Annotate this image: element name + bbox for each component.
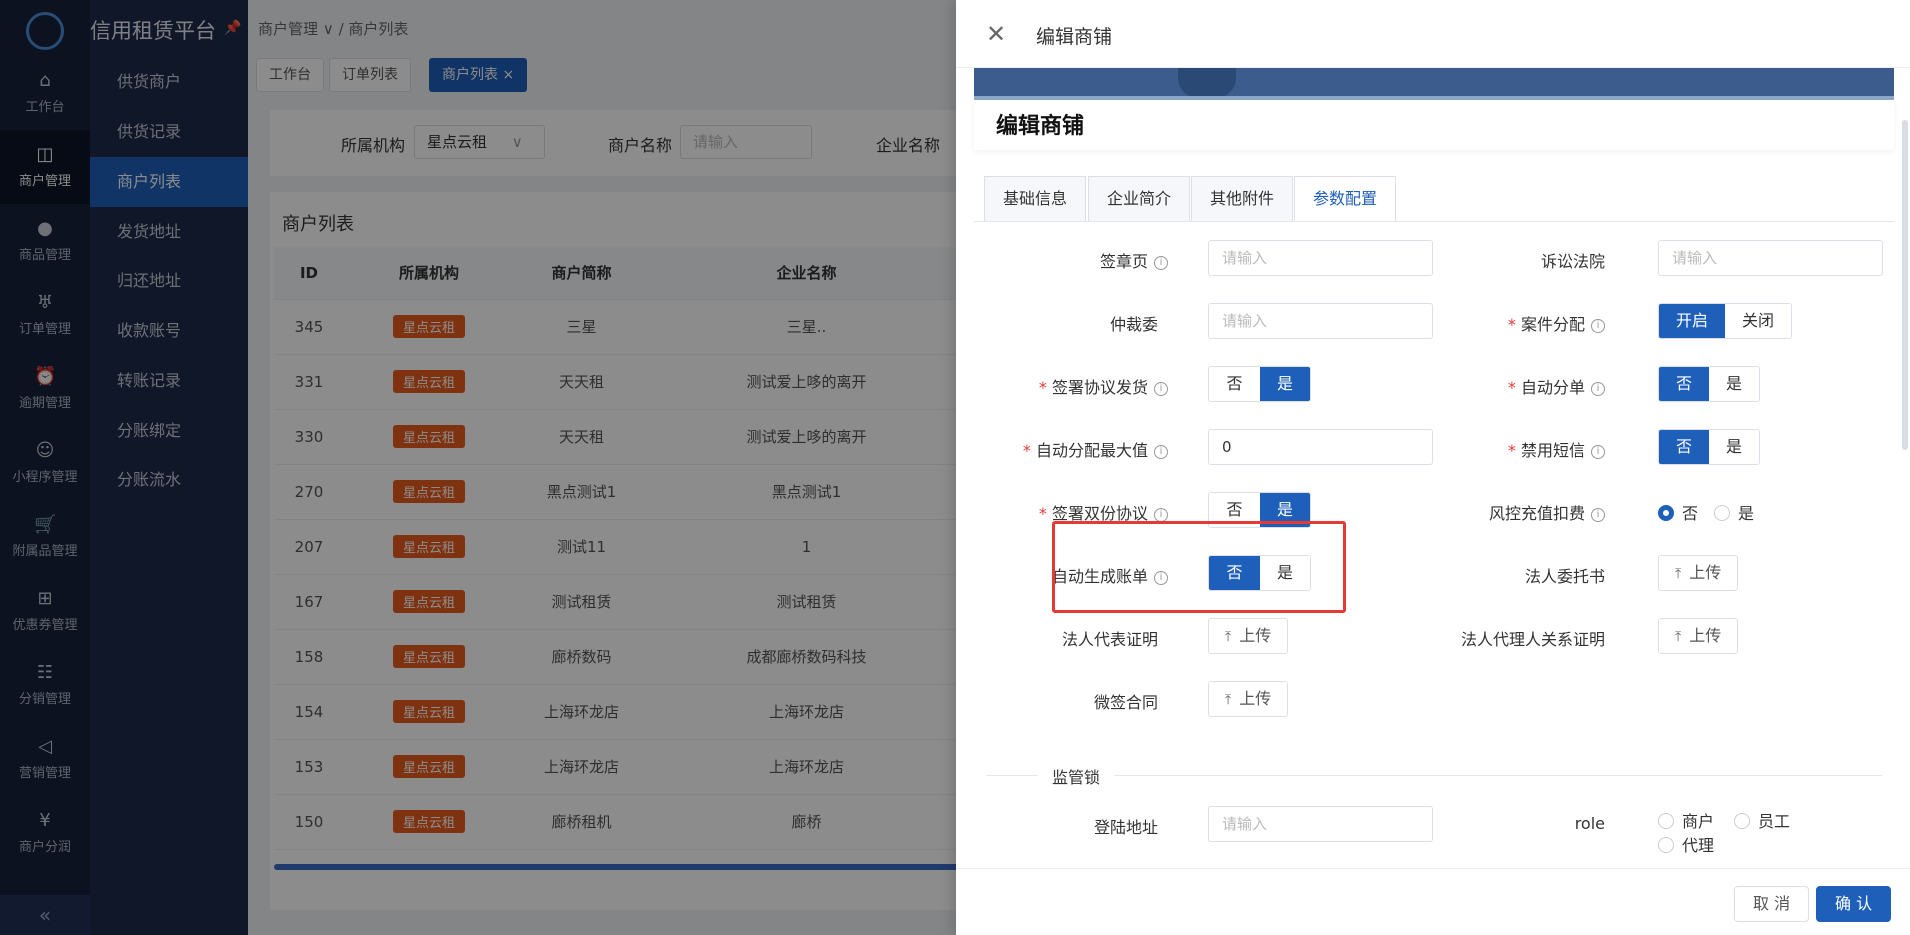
tab-param-config[interactable]: 参数配置 [1294,176,1397,222]
sign-ship-yes-option[interactable]: 是 [1260,367,1310,401]
agent-relation-label: 法人代理人关系证明 [1460,630,1605,649]
legal-entrust-label: 法人委托书 [1524,567,1605,586]
role-agent-radio[interactable]: 代理 [1658,832,1714,856]
section-divider [986,775,1882,776]
sign-ship-no-option[interactable]: 否 [1209,367,1260,401]
sign-ship-label: * 签署协议发货 i [1039,374,1168,398]
court-label: 诉讼法院 [1540,252,1605,271]
login-address-input[interactable]: 请输入 [1208,806,1433,842]
info-icon[interactable]: i [1154,255,1168,270]
cancel-button[interactable]: 取 消 [1734,886,1810,922]
sign-page-label: 签章页 i [1100,248,1168,272]
disable-sms-label: * 禁用短信 i [1508,437,1605,461]
radio-unchecked-icon [1658,813,1674,829]
radio-unchecked-icon [1658,837,1674,853]
confirm-button[interactable]: 确 认 [1816,886,1892,922]
upload-icon: ⤒ [1675,629,1682,645]
close-icon[interactable]: ✕ [986,20,1006,48]
info-icon[interactable]: i [1154,444,1168,459]
auto-split-no-option[interactable]: 否 [1659,367,1709,401]
modal-overlay[interactable] [0,0,956,935]
shop-title: 编辑商铺 [996,114,1085,139]
info-icon[interactable]: i [1591,507,1605,522]
radio-checked-icon [1658,505,1674,521]
drawer-title: 编辑商铺 [1036,26,1113,48]
tab-basic-info[interactable]: 基础信息 [984,176,1087,222]
case-assign-label: * 案件分配 i [1508,311,1605,335]
info-icon[interactable]: i [1591,318,1605,333]
tab-company-intro[interactable]: 企业简介 [1088,176,1191,222]
legal-entrust-upload-button[interactable]: ⤒ 上传 [1658,555,1739,591]
arbitration-input[interactable]: 请输入 [1208,303,1433,339]
upload-icon: ⤒ [1225,629,1232,645]
info-icon[interactable]: i [1154,507,1168,522]
info-icon[interactable]: i [1591,381,1605,396]
section-title: 监管锁 [1038,764,1115,788]
role-staff-radio[interactable]: 员工 [1734,808,1790,832]
court-input[interactable]: 请输入 [1658,240,1883,276]
disable-sms-yes-option[interactable]: 是 [1709,430,1759,464]
radio-unchecked-icon [1714,505,1730,521]
radio-unchecked-icon [1734,813,1750,829]
case-assign-off-option[interactable]: 关闭 [1725,304,1791,338]
case-assign-toggle: 开启 关闭 [1658,303,1792,339]
legal-proof-upload-button[interactable]: ⤒ 上传 [1208,618,1289,654]
sign-ship-toggle: 否是 [1208,366,1311,402]
auto-max-label: * 自动分配最大值 i [1023,437,1168,461]
micro-sign-label: 微签合同 [1093,693,1158,712]
arbitration-label: 仲裁委 [1109,315,1158,334]
auto-split-label: * 自动分单 i [1508,374,1605,398]
info-icon[interactable]: i [1154,381,1168,396]
upload-icon: ⤒ [1675,566,1682,582]
agent-relation-upload-button[interactable]: ⤒ 上传 [1658,618,1739,654]
disable-sms-no-option[interactable]: 否 [1659,430,1709,464]
auto-split-yes-option[interactable]: 是 [1709,367,1759,401]
case-assign-on-option[interactable]: 开启 [1659,304,1725,338]
risk-fee-yes-radio[interactable]: 是 [1714,500,1754,524]
risk-fee-no-radio[interactable]: 否 [1658,500,1698,524]
upload-icon: ⤒ [1225,692,1232,708]
sign-page-input[interactable]: 请输入 [1208,240,1433,276]
auto-max-input[interactable]: 0 [1208,429,1433,465]
auto-split-toggle: 否是 [1658,366,1760,402]
info-icon[interactable]: i [1591,444,1605,459]
shop-banner-image [974,68,1894,100]
login-address-label: 登陆地址 [1093,818,1158,837]
banner-decoration [1178,68,1236,98]
shop-header-card [974,100,1894,150]
highlight-box [1052,521,1346,613]
risk-fee-label: 风控充值扣费 i [1489,500,1605,524]
vertical-scrollbar[interactable] [1902,120,1908,450]
legal-proof-label: 法人代表证明 [1061,630,1158,649]
edit-shop-drawer: ✕ 编辑商铺 编辑商铺 基础信息 企业简介 其他附件 参数配置 签章页 i 请输入… [956,0,1910,935]
micro-sign-upload-button[interactable]: ⤒ 上传 [1208,681,1289,717]
role-merchant-radio[interactable]: 商户 [1658,808,1714,832]
disable-sms-toggle: 否是 [1658,429,1760,465]
tab-divider [974,221,1894,222]
tab-other-attachments[interactable]: 其他附件 [1191,176,1294,222]
role-label: role [1574,814,1605,833]
